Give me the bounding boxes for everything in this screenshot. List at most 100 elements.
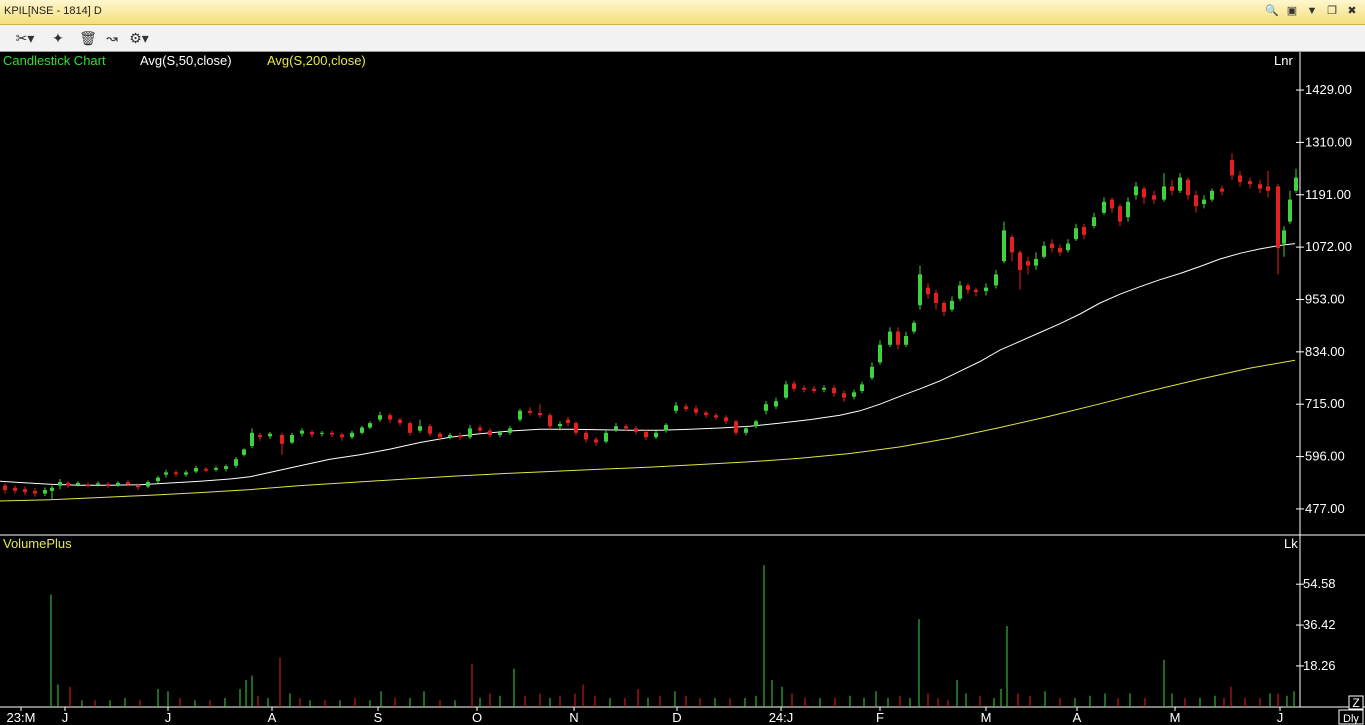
candle <box>146 480 150 489</box>
period-button-label[interactable]: Dly <box>1343 713 1359 725</box>
candle-body <box>966 285 970 290</box>
candle <box>958 281 962 301</box>
candle-body <box>870 366 874 378</box>
candle-body <box>538 413 542 416</box>
x-tick-label: J <box>62 710 69 725</box>
candle-body <box>1282 230 1286 244</box>
candle <box>1050 239 1054 253</box>
candle <box>1082 223 1086 240</box>
candle <box>1276 184 1280 275</box>
candle <box>634 426 638 435</box>
cursor-icon[interactable]: ✦ <box>44 28 72 48</box>
candle <box>398 417 402 426</box>
candle-body <box>268 433 272 437</box>
x-tick-label: O <box>472 710 482 725</box>
candle <box>50 485 54 500</box>
settings-icon[interactable]: ⚙▾ <box>122 28 156 48</box>
candle <box>918 265 922 310</box>
search-icon[interactable]: 🔍 <box>1265 3 1279 19</box>
candle-body <box>258 435 262 438</box>
candle <box>1238 171 1242 187</box>
x-tick-label: M <box>1170 710 1181 725</box>
candle <box>1220 185 1224 196</box>
candle <box>994 270 998 289</box>
candle <box>966 283 970 295</box>
candle <box>340 432 344 441</box>
candle-body <box>1238 175 1242 182</box>
candle <box>784 380 788 400</box>
candle <box>1042 241 1046 259</box>
price-tick-label: 1072.00 <box>1305 239 1352 254</box>
candle <box>13 485 17 494</box>
candle-body <box>86 484 90 486</box>
draw-tools-icon[interactable]: ✂▾ <box>8 28 42 48</box>
candle-body <box>714 415 718 418</box>
candle-body <box>418 426 422 431</box>
volume-tick-label: 18.26 <box>1303 658 1336 673</box>
candle <box>1288 190 1292 224</box>
candle-body <box>488 430 492 435</box>
candle-body <box>764 404 768 411</box>
candle <box>1186 177 1190 200</box>
candle <box>852 389 856 400</box>
dropdown-icon[interactable]: ▼ <box>1305 3 1319 19</box>
x-tick-label: S <box>374 710 383 725</box>
candle <box>1210 188 1214 202</box>
candle-body <box>1074 228 1078 240</box>
candle-body <box>934 292 938 303</box>
candle <box>1202 195 1206 209</box>
candle <box>1142 186 1146 204</box>
candle <box>33 488 37 497</box>
period-button[interactable]: Dly <box>1338 709 1364 725</box>
candle <box>330 430 334 438</box>
candle <box>1258 179 1262 193</box>
candle-body <box>654 432 658 438</box>
candle-body <box>724 417 728 422</box>
candle-body <box>1258 184 1262 189</box>
candle <box>754 419 758 429</box>
candle-body <box>146 482 150 487</box>
price-tick-label: 477.00 <box>1305 501 1345 516</box>
candle <box>704 410 708 418</box>
price-chart[interactable]: 1429.00 1310.00 1191.00 1072.00 953.00 834.00… <box>0 52 1365 725</box>
x-tick-label: M <box>981 710 992 725</box>
candle-body <box>958 285 962 299</box>
candle-body <box>558 424 562 427</box>
candle <box>860 381 864 394</box>
candle <box>268 431 272 439</box>
x-tick-label: J <box>1277 710 1284 725</box>
candle <box>548 413 552 430</box>
camera-icon[interactable]: ▣ <box>1285 3 1299 19</box>
candle <box>1110 197 1114 213</box>
candle <box>734 419 738 436</box>
candle-body <box>136 485 140 488</box>
candle <box>984 283 988 296</box>
candle-body <box>644 431 648 438</box>
candle-body <box>1142 188 1146 198</box>
candle <box>184 470 188 477</box>
candle-body <box>478 427 482 431</box>
candle <box>1034 252 1038 270</box>
candle-body <box>378 415 382 420</box>
candle-body <box>1266 186 1270 191</box>
restore-icon[interactable]: ❐ <box>1325 3 1339 19</box>
candle-body <box>1152 195 1156 200</box>
candle <box>280 432 284 455</box>
candle-body <box>23 489 27 493</box>
candle <box>604 430 608 444</box>
candle-body <box>126 482 130 485</box>
candle <box>1026 256 1030 275</box>
candle <box>896 327 900 350</box>
candle <box>774 397 778 410</box>
candle-body <box>234 459 238 466</box>
candle-body <box>280 435 284 444</box>
zoom-button-label[interactable]: Z <box>1352 696 1359 710</box>
zoom-button[interactable]: Z <box>1348 695 1364 710</box>
candle <box>1266 171 1270 198</box>
x-tick-label: A <box>268 710 277 725</box>
close-icon[interactable]: ✖ <box>1345 3 1359 19</box>
candle-body <box>878 344 882 363</box>
candle <box>478 424 482 434</box>
candle-body <box>926 287 930 295</box>
candle <box>23 486 27 496</box>
